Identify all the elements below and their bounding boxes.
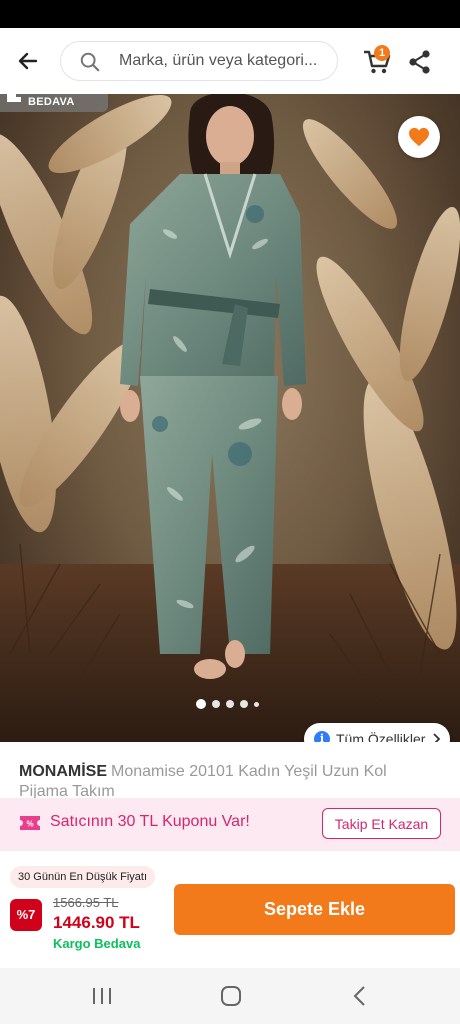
svg-text:%: % <box>26 820 33 829</box>
home-icon <box>221 986 241 1006</box>
search-icon <box>80 52 100 72</box>
search-box[interactable] <box>60 41 338 81</box>
status-bar <box>0 0 460 28</box>
free-shipping-tag: BEDAVA <box>0 94 108 112</box>
brand-name[interactable]: MONAMİSE <box>19 763 107 780</box>
product-photo <box>0 94 460 742</box>
home-button[interactable] <box>217 982 245 1010</box>
gallery-dot-2[interactable] <box>212 700 220 708</box>
back-chevron-icon <box>353 986 365 1006</box>
favorite-button[interactable] <box>398 116 440 158</box>
current-price: 1446.90 TL <box>53 913 140 932</box>
arrow-left-icon <box>18 52 38 70</box>
gallery-dot-3[interactable] <box>226 700 234 708</box>
search-input[interactable] <box>119 42 329 80</box>
product-title: MONAMİSE Monamise 20101 Kadın Yeşil Uzun … <box>19 762 439 798</box>
cart-count-badge: 1 <box>374 45 390 61</box>
info-icon: i <box>314 731 330 742</box>
coupon-icon: % <box>20 816 40 830</box>
chevron-right-icon <box>433 733 441 742</box>
coupon-banner: % Satıcının 30 TL Kuponu Var! Takip Et K… <box>0 798 460 850</box>
price-panel: 30 Günün En Düşük Fiyatı %7 1566.95 TL 1… <box>0 850 460 968</box>
system-nav-bar <box>0 968 460 1024</box>
truck-icon <box>7 94 21 102</box>
free-shipping-text: Kargo Bedava <box>53 936 141 951</box>
product-image-gallery[interactable]: BEDAVA i Tüm Özellikler <box>0 94 460 742</box>
gallery-pagination <box>196 698 259 710</box>
add-to-cart-button[interactable]: Sepete Ekle <box>174 884 455 935</box>
follow-and-earn-button[interactable]: Takip Et Kazan <box>322 808 441 839</box>
discount-badge: %7 <box>10 899 42 931</box>
old-price: 1566.95 TL <box>53 895 119 910</box>
product-title-area: MONAMİSE Monamise 20101 Kadın Yeşil Uzun … <box>0 742 460 798</box>
back-button[interactable] <box>12 45 44 77</box>
recent-apps-button[interactable] <box>88 982 116 1010</box>
heart-icon <box>409 127 429 147</box>
recents-icon <box>93 988 111 1004</box>
gallery-dot-5[interactable] <box>254 701 259 707</box>
gallery-dot-1[interactable] <box>196 699 206 709</box>
coupon-text: Satıcının 30 TL Kuponu Var! <box>50 813 250 830</box>
free-shipping-label: BEDAVA <box>28 96 75 108</box>
back-nav-button[interactable] <box>346 982 374 1010</box>
all-features-label: Tüm Özellikler <box>336 731 426 742</box>
lowest-price-badge: 30 Günün En Düşük Fiyatı <box>10 866 156 888</box>
all-features-button[interactable]: i Tüm Özellikler <box>304 723 450 742</box>
share-icon[interactable] <box>406 48 434 76</box>
gallery-dot-4[interactable] <box>240 700 248 708</box>
top-bar: 1 <box>0 28 460 94</box>
